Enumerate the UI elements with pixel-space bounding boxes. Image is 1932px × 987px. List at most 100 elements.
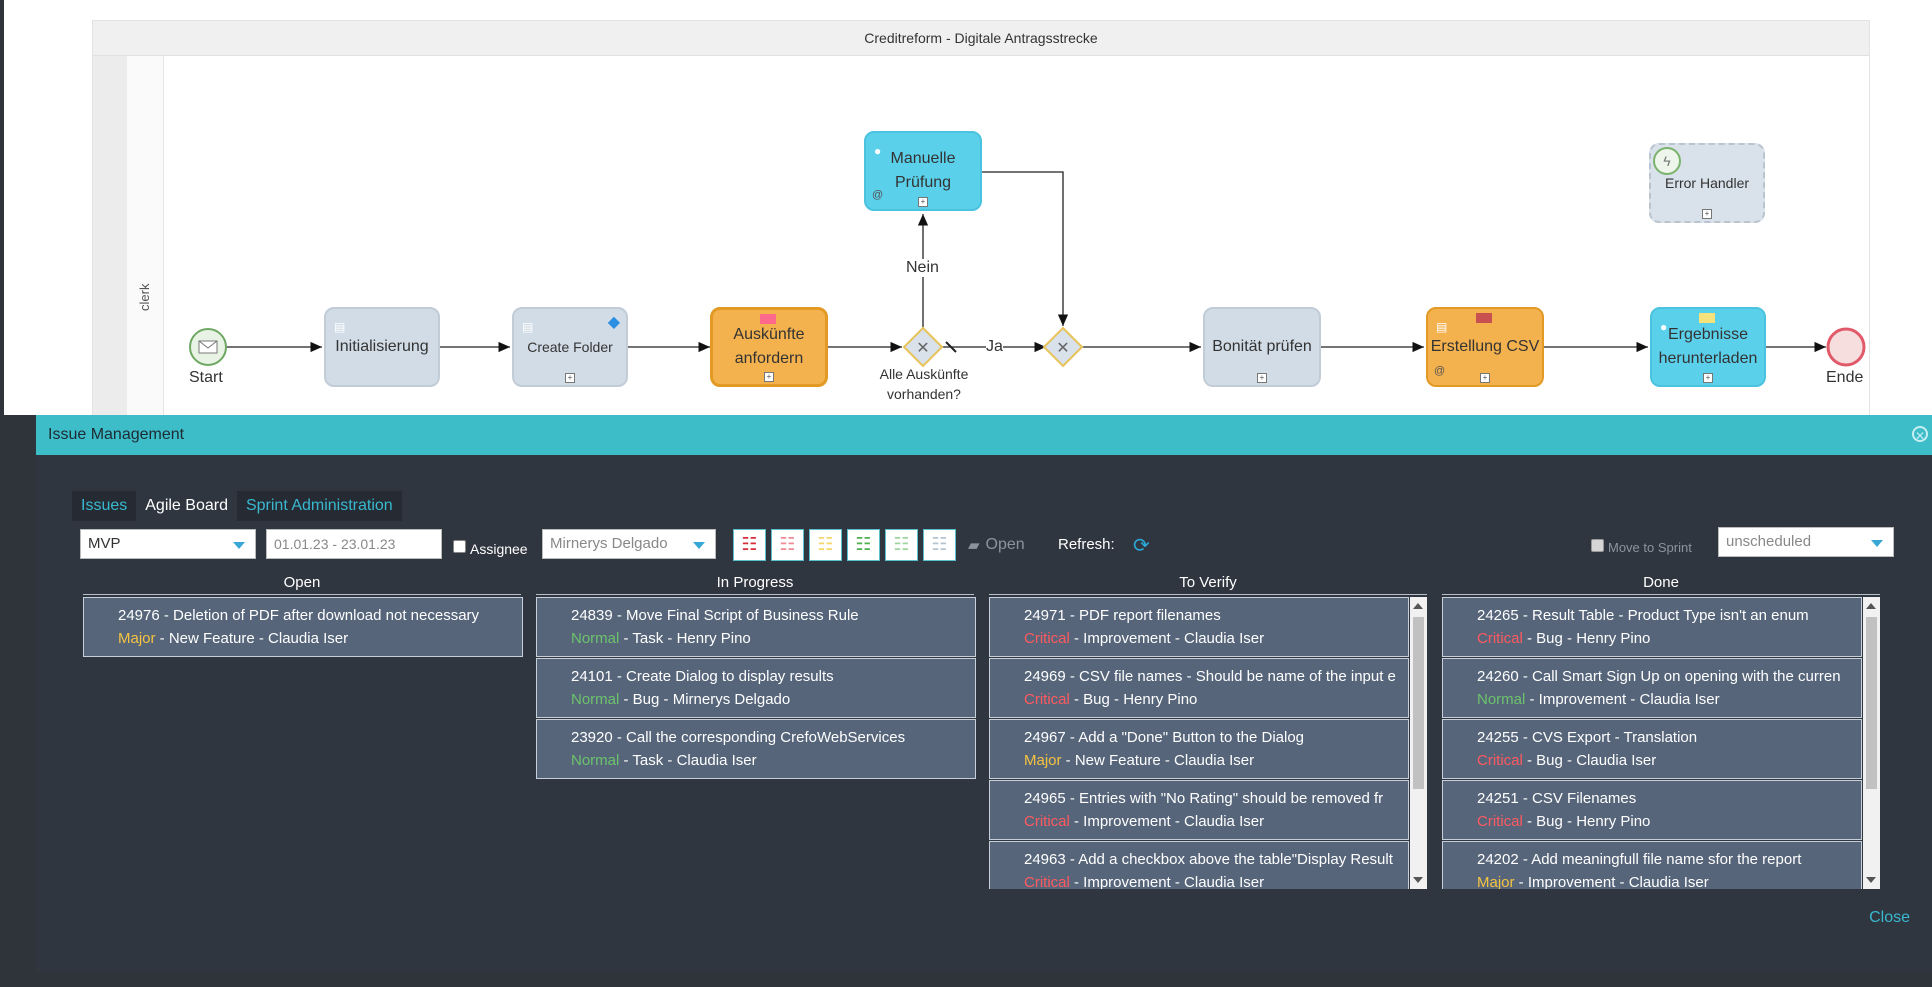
svg-text:✕: ✕ [1056,338,1069,357]
issue-card[interactable]: 24260 - Call Smart Sign Up on opening wi… [1442,658,1862,718]
issue-card[interactable]: 23920 - Call the corresponding CrefoWebS… [536,719,976,779]
issue-card[interactable]: 24101 - Create Dialog to display results… [536,658,976,718]
document-icon: ▤ [522,320,534,334]
sprint-select[interactable]: unscheduled [1718,527,1894,557]
task-auskuenfte-anfordern[interactable]: Auskünfte anfordern + [710,307,828,387]
document-icon: ▤ [334,320,346,334]
issue-card[interactable]: 24967 - Add a "Done" Button to the Dialo… [989,719,1409,779]
process-diagram-canvas[interactable]: Creditreform - Digitale Antragsstrecke c… [4,0,1932,415]
issue-type-assignee: - Bug - Henry Pino [1522,630,1651,647]
scroll-up-icon[interactable] [1413,603,1423,609]
task-initialisierung[interactable]: ▤ Initialisierung [324,307,440,387]
column-to-verify: 24971 - PDF report filenames Critical - I… [989,597,1409,889]
column-open: 24976 - Deletion of PDF after download n… [83,597,523,905]
issue-title: 23920 - Call the corresponding CrefoWebS… [571,729,906,746]
date-range-input[interactable]: 01.01.23 - 23.01.23 [266,529,442,559]
issue-card[interactable]: 24976 - Deletion of PDF after download n… [83,597,523,657]
start-event-label: Start [189,369,223,386]
move-to-sprint-label: Move to Sprint [1608,539,1692,555]
tab-issues[interactable]: Issues [72,491,136,521]
filter-major-button[interactable]: ☷ [733,529,766,561]
exclusive-gateway-2[interactable]: ✕ [1042,326,1084,368]
issue-card[interactable]: 24255 - CVS Export - Translation Critical… [1442,719,1862,779]
issue-title: 24969 - CSV file names - Should be name … [1024,668,1396,685]
project-select[interactable]: MVP [80,529,256,559]
refresh-label: Refresh: [1058,536,1115,553]
issue-management-panel: Issue Management ✕ Issues Agile Board Sp… [36,415,1932,972]
end-event[interactable] [1826,327,1866,367]
issue-meta: Normal - Improvement - Claudia Iser [1477,688,1861,711]
task-label: Manuelle Prüfung [891,147,956,195]
flag-icon [760,314,776,324]
task-label: Bonität prüfen [1212,338,1312,355]
scroll-down-icon[interactable] [1866,877,1876,883]
refresh-icon[interactable]: ⟳ [1133,533,1150,557]
task-manuelle-pruefung[interactable]: ● Manuelle Prüfung @ + [864,131,982,211]
issue-type-assignee: - Task - Claudia Iser [619,752,757,769]
expand-icon[interactable]: + [1257,373,1267,383]
expand-icon[interactable]: + [764,372,774,382]
issue-card[interactable]: 24963 - Add a checkbox above the table"D… [989,841,1409,889]
error-icon: ϟ [1653,147,1681,175]
expand-icon[interactable]: + [565,373,575,383]
issue-priority: Major [118,630,156,647]
issue-card[interactable]: 24969 - CSV file names - Should be name … [989,658,1409,718]
scroll-thumb[interactable] [1866,617,1877,789]
scrollbar-to-verify[interactable] [1410,597,1427,889]
issue-meta: Critical - Bug - Henry Pino [1477,810,1861,833]
scroll-thumb[interactable] [1413,617,1424,789]
filter-normal-button[interactable]: ☷ [847,529,880,561]
filter-none-button[interactable]: ☷ [923,529,956,561]
task-bonitaet-pruefen[interactable]: Bonität prüfen + [1203,307,1321,387]
task-ergebnisse-herunterladen[interactable]: ● Ergebnisse herunterladen + [1650,307,1766,387]
tab-bar: Issues Agile Board Sprint Administration [72,491,402,521]
expand-icon[interactable]: + [1702,209,1712,219]
task-label-line2: Prüfung [894,174,952,191]
scrollbar-done[interactable] [1863,597,1880,889]
expand-icon[interactable]: + [1703,373,1713,383]
assignee-checkbox[interactable] [453,539,466,553]
issue-priority: Critical [1477,630,1523,647]
move-to-sprint-checkbox[interactable] [1591,538,1604,552]
scroll-up-icon[interactable] [1866,603,1876,609]
assignee-select[interactable]: Mirnerys Delgado [542,529,716,559]
open-button[interactable]: ▰ Open [968,535,1025,555]
issue-card[interactable]: 24971 - PDF report filenames Critical - I… [989,597,1409,657]
expand-icon[interactable]: + [918,197,928,207]
start-event[interactable] [189,328,227,366]
filter-trivial-button[interactable]: ☷ [885,529,918,561]
tab-agile-board[interactable]: Agile Board [136,491,237,521]
close-icon[interactable]: ✕ [1912,426,1928,443]
task-erstellung-csv[interactable]: ▤ Erstellung CSV @ + [1426,307,1544,387]
column-done: 24265 - Result Table - Product Type isn'… [1442,597,1862,889]
diamond-icon: ◆ [607,314,620,331]
filter-minor-button[interactable]: ☷ [809,529,842,561]
exclusive-gateway-1[interactable]: ✕ [902,326,944,368]
tab-sprint-administration[interactable]: Sprint Administration [237,491,402,521]
error-handler-subprocess[interactable]: ϟ Error Handler + [1649,143,1765,223]
assignee-label: Assignee [470,541,528,557]
issue-priority: Critical [1477,752,1523,769]
issue-card[interactable]: 24202 - Add meaningfull file name sfor t… [1442,841,1862,889]
checklist-icon: ☷ [893,534,910,555]
issue-meta: Major - New Feature - Claudia Iser [1024,749,1408,772]
issue-card[interactable]: 24251 - CSV Filenames Critical - Bug - He… [1442,780,1862,840]
end-event-label: Ende [1826,369,1864,386]
task-label: Auskünfte anfordern [733,323,804,371]
issue-card[interactable]: 24265 - Result Table - Product Type isn'… [1442,597,1862,657]
checklist-icon: ☷ [779,534,796,555]
chevron-down-icon [1871,540,1883,547]
issue-card[interactable]: 24965 - Entries with "No Rating" should … [989,780,1409,840]
scroll-down-icon[interactable] [1413,877,1423,883]
task-label: Initialisierung [335,338,429,355]
expand-icon[interactable]: + [1480,373,1490,383]
filter-critical-button[interactable]: ☷ [771,529,804,561]
issue-card[interactable]: 24839 - Move Final Script of Business Ru… [536,597,976,657]
task-create-folder[interactable]: ▤ ◆ Create Folder + [512,307,628,387]
issue-priority: Critical [1024,630,1070,647]
close-button[interactable]: Close [1869,909,1910,927]
paperclip-icon: @ [1434,365,1446,377]
flag-icon [1699,313,1715,323]
issue-type-assignee: - Bug - Mirnerys Delgado [619,691,791,708]
panel-titlebar[interactable]: Issue Management ✕ [36,415,1932,455]
